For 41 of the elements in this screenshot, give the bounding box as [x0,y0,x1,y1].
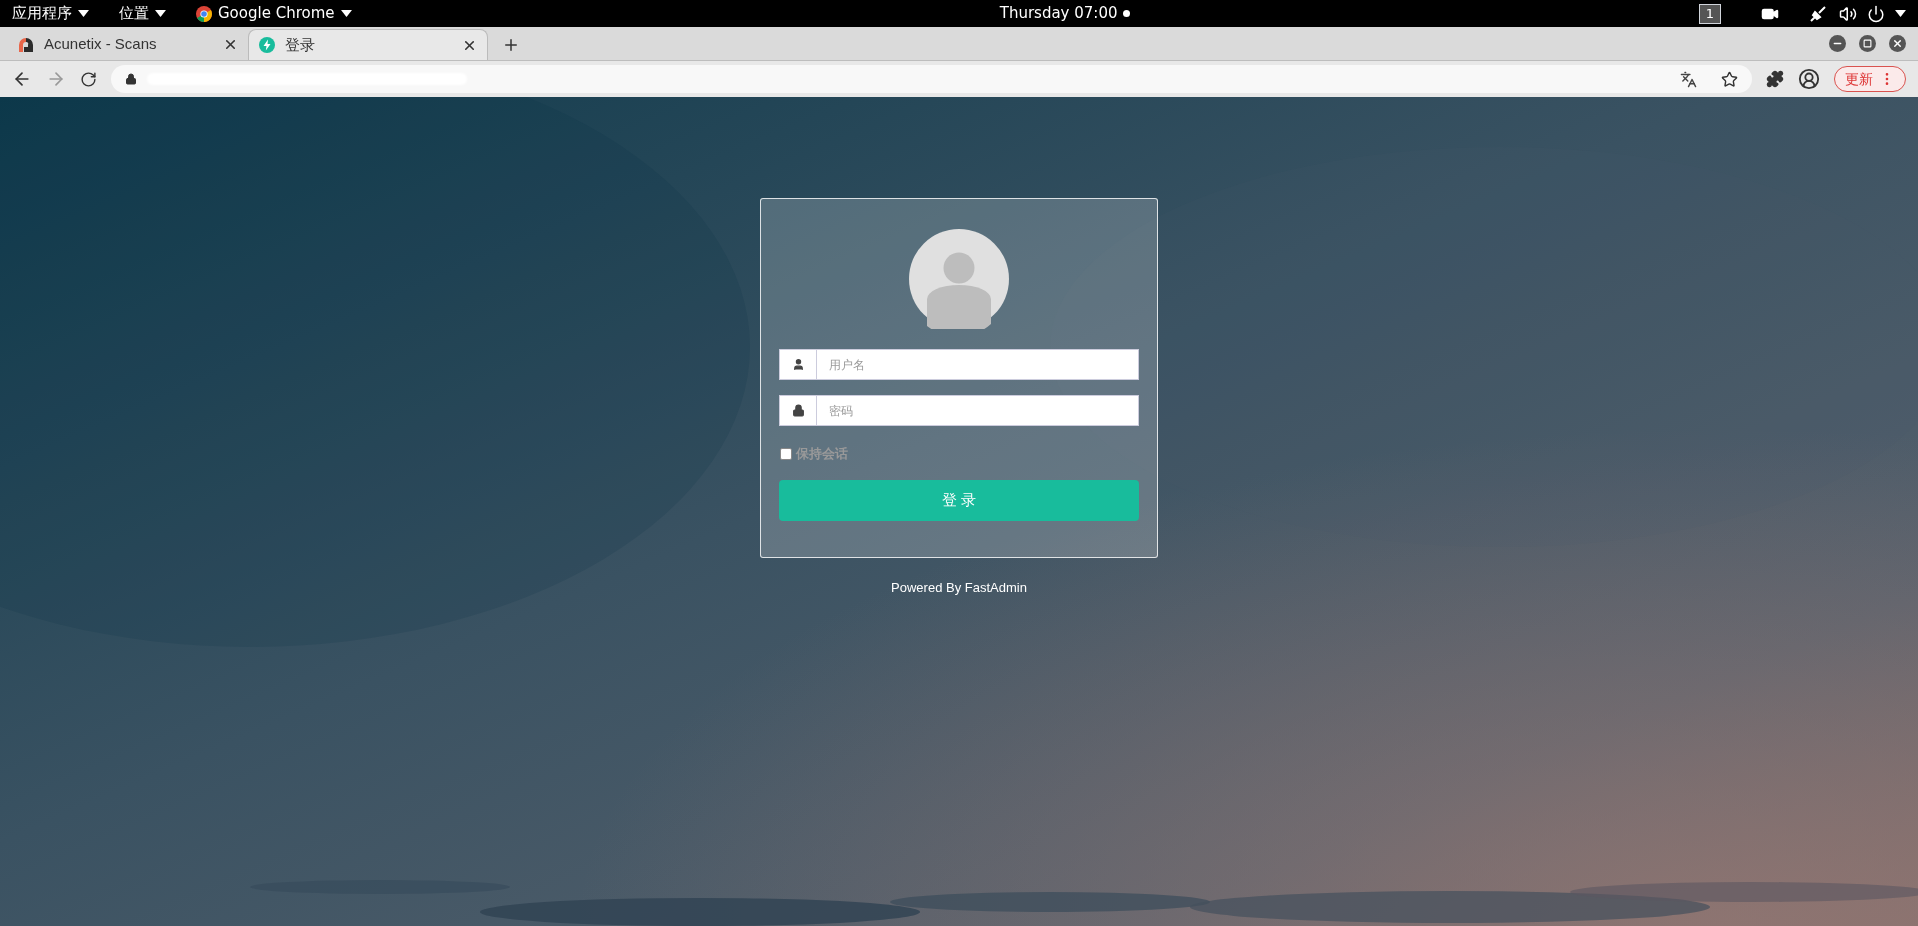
close-icon [1892,38,1903,49]
address-field[interactable] [111,65,1752,93]
browser-tab[interactable]: 登录 [248,29,488,60]
reload-icon[interactable] [80,70,97,88]
workspace-indicator[interactable]: 1 [1698,3,1721,24]
close-icon[interactable] [223,37,238,52]
user-icon [791,358,805,371]
network-icon [1809,4,1827,23]
chrome-icon [196,5,212,22]
username-field[interactable]: 用户名 [817,349,1139,380]
update-button[interactable]: 更新 [1834,66,1906,92]
caret-icon [78,10,89,17]
top-menu[interactable]: 应用程序 [12,2,72,25]
profile-icon[interactable] [1798,68,1820,90]
browser-tab[interactable]: Acunetix - Scans [8,29,248,60]
maximize-icon [1863,39,1872,48]
caret-icon [340,10,352,17]
bookmark-icon[interactable] [1721,70,1738,88]
clock[interactable]: Thursday 07:00 [999,2,1118,25]
top-menu[interactable]: 位置 [119,2,149,25]
translate-icon[interactable] [1680,70,1697,88]
remember-label: 保持会话 [796,445,848,463]
tab-title: Acunetix - Scans [44,34,158,55]
close-button[interactable] [1889,35,1906,52]
tab-title: 登录 [285,34,316,55]
powered-by-text: Powered By FastAdmin [891,578,1027,597]
lock-icon [791,404,805,417]
avatar-icon [909,229,1009,329]
password-field[interactable]: 密码 [817,395,1139,426]
top-menu[interactable]: Google Chrome [218,2,335,25]
caret-icon [1895,10,1906,17]
scanner-logo-icon [18,36,34,53]
bolt-logo-icon [259,37,275,53]
minimize-button[interactable] [1829,35,1846,52]
caret-icon [155,10,166,17]
extensions-icon[interactable] [1766,70,1784,88]
volume-icon [1839,4,1857,23]
power-icon [1867,4,1885,23]
maximize-button[interactable] [1859,35,1876,52]
lock-icon [125,73,137,85]
new-tab-icon[interactable] [502,36,520,54]
